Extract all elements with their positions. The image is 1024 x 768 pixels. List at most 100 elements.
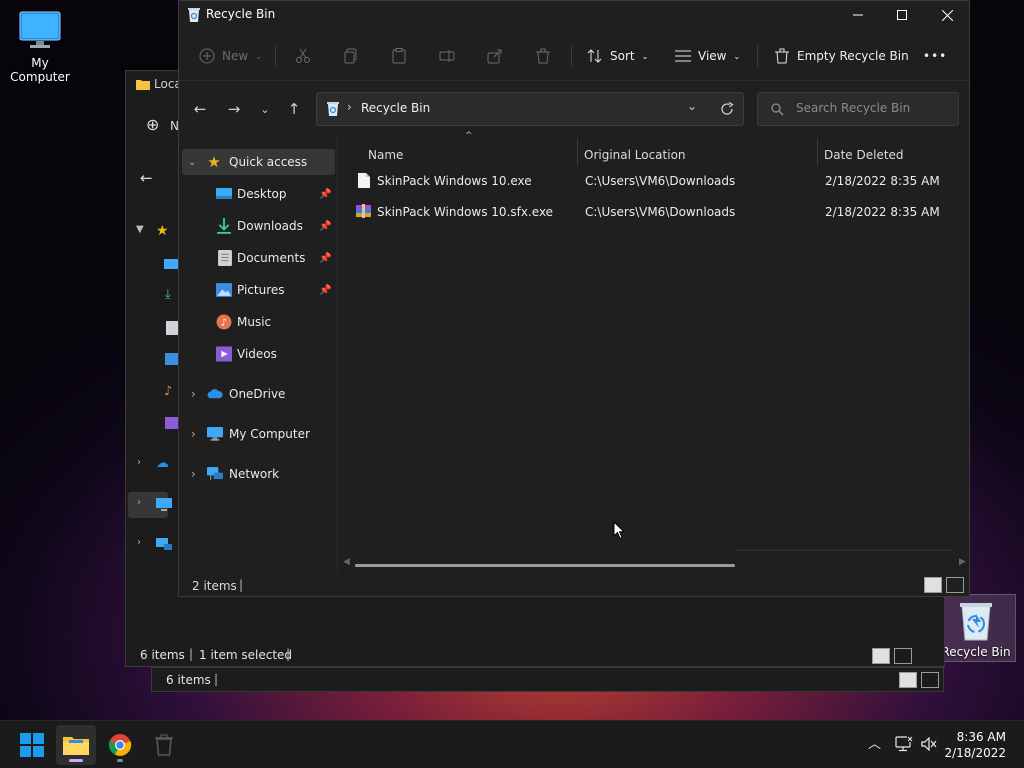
chevron-down-icon[interactable]: ⌄ (687, 99, 697, 113)
share-button[interactable] (487, 43, 503, 69)
taskbar-chrome[interactable] (100, 725, 140, 765)
sidebar-item-quick-access[interactable]: ⌄ ★ Quick access (182, 149, 335, 175)
close-button[interactable] (924, 1, 970, 29)
copy-button[interactable] (343, 43, 359, 69)
chevron-right-icon[interactable]: › (137, 457, 141, 468)
sidebar-item-pictures[interactable]: Pictures 📌 (179, 277, 335, 303)
more-options-button[interactable]: ••• (923, 43, 947, 69)
scroll-right-icon[interactable]: ▶ (959, 557, 966, 567)
new-button[interactable]: New ⌄ (199, 43, 262, 69)
chevron-down-icon: ⌄ (733, 51, 741, 61)
recycle-bin-window[interactable]: Recycle Bin New ⌄ Sort ⌄ View ⌄ Empty Re… (178, 0, 970, 597)
sort-ascending-icon: ^ (465, 131, 473, 141)
horizontal-scrollbar[interactable]: ◀ ▶ (339, 549, 969, 572)
sidebar-item-videos[interactable]: Videos (179, 341, 335, 367)
details-view-button[interactable] (924, 577, 942, 593)
title-bar[interactable]: Recycle Bin (179, 1, 969, 29)
tiles-view-button[interactable] (946, 577, 964, 593)
column-header-date-deleted[interactable]: Date Deleted (824, 141, 904, 169)
network-status-icon[interactable] (895, 736, 913, 752)
sidebar-item-onedrive[interactable]: › OneDrive (179, 381, 335, 407)
sidebar-item-downloads[interactable]: Downloads 📌 (179, 213, 335, 239)
chevron-down-icon: ⌄ (641, 51, 649, 61)
scroll-left-icon[interactable]: ◀ (343, 557, 350, 567)
sidebar-item-music[interactable]: ♪ Music (179, 309, 335, 335)
search-box[interactable] (757, 92, 959, 126)
column-header-original-location[interactable]: Original Location (584, 141, 686, 169)
column-separator[interactable] (817, 139, 818, 165)
document-icon (218, 250, 232, 266)
cloud-icon (207, 389, 223, 399)
breadcrumb-separator: › (347, 100, 352, 114)
show-hidden-icons-button[interactable]: ︿ (868, 733, 881, 752)
pin-icon[interactable]: 📌 (319, 189, 331, 200)
copy-icon (344, 48, 357, 64)
table-row[interactable]: SkinPack Windows 10.sfx.exe C:\Users\VM6… (349, 198, 959, 226)
clock-time: 8:36 AM (956, 730, 1006, 744)
paste-button[interactable] (391, 43, 407, 69)
taskbar-recycle-bin[interactable] (144, 725, 184, 765)
chevron-right-icon[interactable]: › (191, 427, 196, 441)
breadcrumb-item[interactable]: Recycle Bin (361, 101, 430, 115)
background-explorer-window-2[interactable]: 6 items | (151, 667, 944, 692)
column-header-label: Original Location (584, 148, 686, 162)
sidebar-item-desktop[interactable]: Desktop 📌 (179, 181, 335, 207)
paste-icon (392, 48, 406, 64)
rename-button[interactable] (439, 43, 455, 69)
desktop-icon-label: Recycle Bin (941, 645, 1011, 659)
sidebar-item-my-computer[interactable]: › My Computer (179, 421, 335, 447)
column-separator[interactable] (577, 139, 578, 165)
chevron-down-icon: ⌄ (260, 102, 270, 116)
chevron-right-icon[interactable]: › (191, 387, 196, 401)
forward-button[interactable]: → (223, 98, 245, 120)
exe-file-icon (358, 173, 370, 188)
scrollbar-thumb[interactable] (355, 564, 735, 567)
maximize-button[interactable] (879, 1, 925, 29)
pin-icon[interactable]: 📌 (319, 253, 331, 264)
refresh-icon[interactable] (720, 102, 734, 116)
details-view-button[interactable] (872, 648, 890, 664)
system-clock[interactable]: 8:36 AM 2/18/2022 (944, 729, 1006, 761)
desktop-icon-my-computer[interactable]: My Computer (0, 10, 80, 84)
pin-icon[interactable]: 📌 (319, 221, 331, 232)
chevron-down-icon[interactable]: ⌄ (188, 157, 196, 168)
pin-icon[interactable]: 📌 (319, 285, 331, 296)
taskbar-file-explorer[interactable] (56, 725, 96, 765)
column-header-name[interactable]: Name (368, 141, 403, 169)
delete-button[interactable] (535, 43, 551, 69)
chevron-right-icon[interactable]: › (137, 537, 141, 548)
search-input[interactable] (796, 101, 951, 115)
start-button[interactable] (12, 725, 52, 765)
new-icon[interactable]: ⊕ (146, 115, 159, 134)
tiles-view-button[interactable] (894, 648, 912, 664)
sort-button[interactable]: Sort ⌄ (587, 43, 648, 69)
desktop-icon-recycle-bin[interactable]: Recycle Bin (936, 594, 1016, 662)
tiles-view-button[interactable] (921, 672, 939, 688)
sidebar-item-label: Network (229, 467, 280, 481)
back-button[interactable]: ← (189, 98, 211, 120)
status-selected: 1 item selected (199, 648, 293, 662)
address-bar[interactable]: › Recycle Bin ⌄ (316, 92, 744, 126)
cut-button[interactable] (295, 43, 311, 69)
empty-recycle-bin-button[interactable]: Empty Recycle Bin (774, 43, 909, 69)
details-view-button[interactable] (899, 672, 917, 688)
chevron-right-icon[interactable]: › (191, 467, 196, 481)
view-label: View (698, 49, 727, 63)
sidebar-item-documents[interactable]: Documents 📌 (179, 245, 335, 271)
back-arrow-icon[interactable]: ← (140, 169, 153, 187)
command-bar: New ⌄ Sort ⌄ View ⌄ Empty Recycle Bin ••… (179, 31, 969, 81)
pane-splitter[interactable] (337, 133, 338, 573)
table-row[interactable]: SkinPack Windows 10.exe C:\Users\VM6\Dow… (349, 167, 959, 195)
toolbar-separator (757, 45, 758, 67)
volume-muted-icon[interactable] (921, 737, 937, 751)
up-button[interactable]: ↑ (283, 98, 305, 120)
recent-locations-button[interactable]: ⌄ (254, 98, 276, 120)
chevron-right-icon[interactable]: › (137, 497, 141, 508)
star-icon: ★ (156, 223, 169, 239)
trash-icon (155, 734, 173, 756)
view-button[interactable]: View ⌄ (675, 43, 740, 69)
minimize-button[interactable] (835, 1, 881, 29)
sidebar-item-network[interactable]: › Network (179, 461, 335, 487)
chevron-down-icon[interactable]: ▼ (136, 224, 144, 235)
music-icon: ♪ (164, 384, 173, 399)
